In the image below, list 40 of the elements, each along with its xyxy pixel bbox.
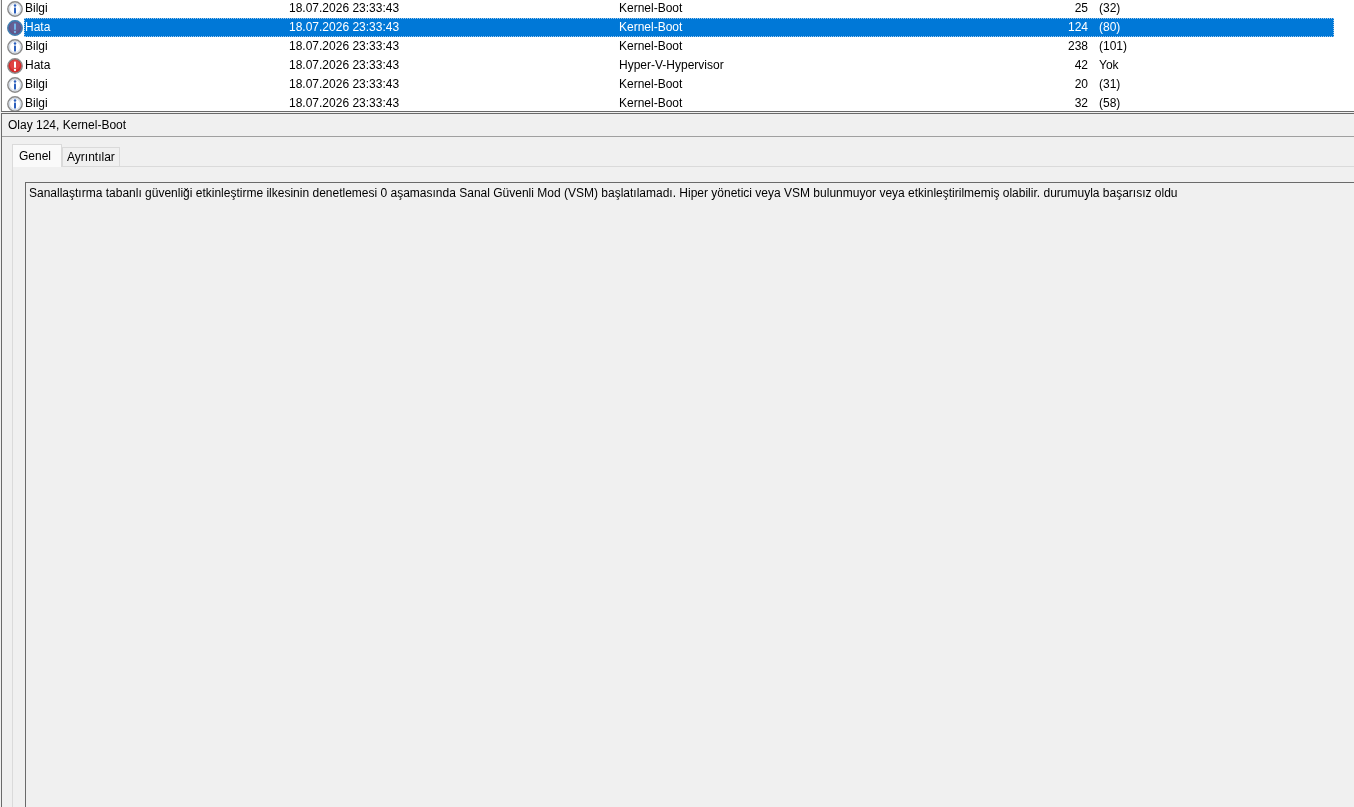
table-row[interactable]: Hata 18.07.2026 23:33:43 Kernel-Boot 124 (80) bbox=[24, 18, 1334, 37]
table-row[interactable]: Hata 18.07.2026 23:33:43 Hyper-V-Hypervisor 42 Yok bbox=[24, 56, 1334, 75]
date-cell-text: 18.07.2026 23:33:43 bbox=[288, 76, 401, 93]
source-cell-text: Kernel-Boot bbox=[618, 76, 684, 93]
table-row[interactable]: Bilgi 18.07.2026 23:33:43 Kernel-Boot 25 (32) bbox=[24, 0, 1334, 18]
date-cell-text: 18.07.2026 23:33:43 bbox=[288, 57, 401, 74]
task-category-cell-text: (80) bbox=[1098, 19, 1122, 36]
event-id-cell-text: 25 bbox=[1073, 0, 1089, 17]
table-row[interactable]: Bilgi 18.07.2026 23:33:43 Kernel-Boot 20 (31) bbox=[24, 75, 1334, 94]
task-category-cell-text: (58) bbox=[1098, 95, 1122, 111]
tab[interactable]: Genel bbox=[12, 144, 63, 167]
table-row[interactable]: Bilgi 18.07.2026 23:33:43 Kernel-Boot 238 (101) bbox=[24, 37, 1334, 56]
task-category-cell-text: (101) bbox=[1098, 38, 1128, 55]
source-cell-text: Kernel-Boot bbox=[618, 19, 684, 36]
level-cell-text: Hata bbox=[24, 19, 52, 36]
event-id-cell-text: 42 bbox=[1073, 57, 1089, 74]
task-category-cell-text: Yok bbox=[1098, 57, 1120, 74]
event-id-cell-text: 20 bbox=[1073, 76, 1089, 93]
level-cell-text: Hata bbox=[24, 57, 52, 74]
table-row[interactable]: Bilgi 18.07.2026 23:33:43 Kernel-Boot 32 (58) bbox=[24, 94, 1334, 111]
level-cell-text: Bilgi bbox=[24, 38, 49, 55]
event-id-cell-text: 238 bbox=[1066, 38, 1089, 55]
level-cell-text: Bilgi bbox=[24, 95, 49, 111]
date-cell-text: 18.07.2026 23:33:43 bbox=[288, 38, 401, 55]
tab[interactable]: Ayrıntılar bbox=[62, 147, 120, 166]
level-cell-text: Bilgi bbox=[24, 0, 49, 17]
source-cell-text: Kernel-Boot bbox=[618, 0, 684, 17]
event-id-cell-text: 32 bbox=[1073, 95, 1089, 111]
level-cell-text: Bilgi bbox=[24, 76, 49, 93]
event-id-cell-text: 124 bbox=[1066, 19, 1089, 36]
description-field[interactable]: Sanallaştırma tabanlı güvenliği etkinleştirme ilkesinin denetlemesi 0 aşamasında Sanal Güvenli Mod (VSM) başlatılamadı. Hiper yönetici veya VSM bulunmuyor veya etkinleştirilmemiş olabilir. durumuyla başarısız oldu bbox=[25, 182, 1354, 807]
task-category-cell-text: (32) bbox=[1098, 0, 1122, 17]
date-cell-text: 18.07.2026 23:33:43 bbox=[288, 19, 401, 36]
source-cell-text: Kernel-Boot bbox=[618, 38, 684, 55]
source-cell-text: Kernel-Boot bbox=[618, 95, 684, 111]
event-title: Olay 124, Kernel-Boot bbox=[8, 117, 127, 133]
source-cell-text: Hyper-V-Hypervisor bbox=[618, 57, 725, 74]
date-cell-text: 18.07.2026 23:33:43 bbox=[288, 95, 401, 111]
date-cell-text: 18.07.2026 23:33:43 bbox=[288, 0, 401, 17]
task-category-cell-text: (31) bbox=[1098, 76, 1122, 93]
